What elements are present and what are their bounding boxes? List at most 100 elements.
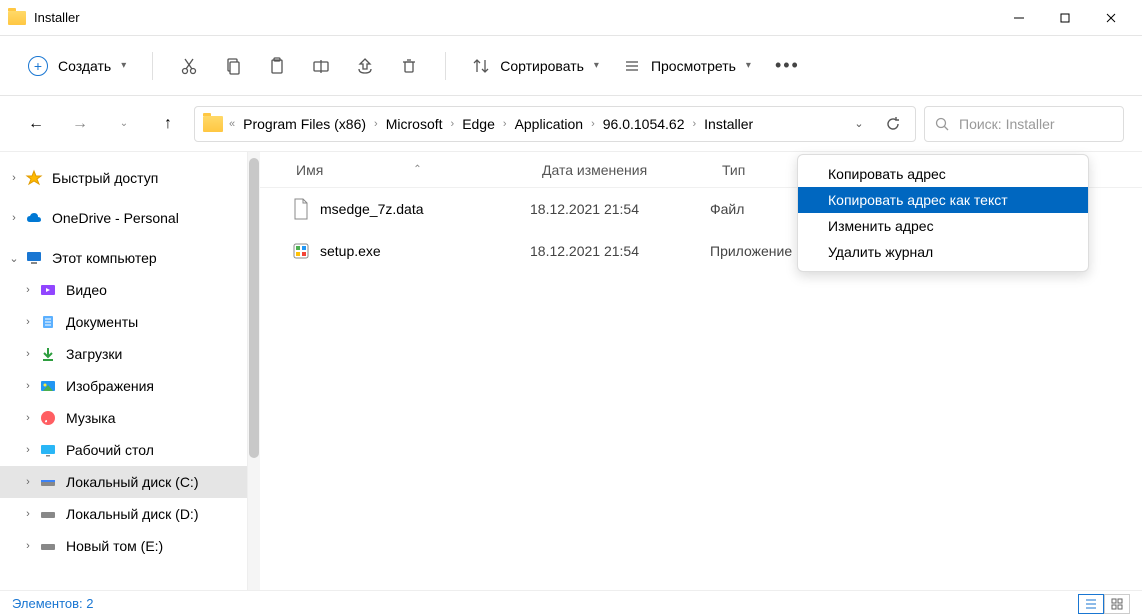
icons-view-button[interactable] (1104, 594, 1130, 614)
collapse-icon[interactable]: ⌄ (4, 252, 24, 265)
tree-disk-e[interactable]: › Новый том (E:) (0, 530, 247, 562)
menu-delete-history[interactable]: Удалить журнал (798, 239, 1088, 265)
window-controls (996, 0, 1134, 36)
download-icon (38, 344, 58, 364)
menu-copy-address-as-text[interactable]: Копировать адрес как текст (798, 187, 1088, 213)
search-icon (935, 117, 949, 131)
refresh-button[interactable] (879, 110, 907, 138)
paste-button[interactable] (257, 46, 297, 86)
delete-button[interactable] (389, 46, 429, 86)
breadcrumb-item[interactable]: Program Files (x86) (237, 116, 372, 132)
pc-icon (24, 248, 44, 268)
view-label: Просмотреть (651, 58, 736, 74)
file-icon (290, 198, 312, 220)
expand-icon[interactable]: › (18, 444, 38, 456)
view-button[interactable]: Просмотреть ▾ (613, 51, 761, 81)
tree-label: Новый том (E:) (66, 538, 163, 554)
tree-label: Локальный диск (D:) (66, 506, 199, 522)
tree-label: Этот компьютер (52, 250, 157, 266)
chevron-right-icon[interactable]: › (449, 118, 457, 130)
breadcrumb-item[interactable]: Installer (698, 116, 759, 132)
new-button[interactable]: + Создать ▾ (18, 50, 136, 82)
tree-label: Музыка (66, 410, 116, 426)
chevron-right-icon[interactable]: › (501, 118, 509, 130)
status-bar: Элементов: 2 (0, 590, 1142, 616)
drive-icon (38, 504, 58, 524)
maximize-button[interactable] (1042, 0, 1088, 36)
expand-icon[interactable]: › (18, 316, 38, 328)
search-input[interactable]: Поиск: Installer (924, 106, 1124, 142)
tree-disk-c[interactable]: › Локальный диск (C:) (0, 466, 247, 498)
recent-dropdown[interactable]: ⌄ (106, 106, 142, 142)
tree-label: Видео (66, 282, 107, 298)
back-button[interactable]: ← (18, 106, 54, 142)
breadcrumb-item[interactable]: Application (509, 116, 590, 132)
drive-icon (38, 472, 58, 492)
exe-icon (290, 240, 312, 262)
tree-label: Рабочий стол (66, 442, 154, 458)
tree-pictures[interactable]: › Изображения (0, 370, 247, 402)
sidebar-scrollbar[interactable] (248, 152, 260, 590)
sort-label: Сортировать (500, 58, 584, 74)
column-date[interactable]: Дата изменения (530, 162, 710, 178)
tree-videos[interactable]: › Видео (0, 274, 247, 306)
breadcrumb-item[interactable]: Edge (456, 116, 501, 132)
overflow-chevron[interactable]: « (227, 118, 237, 130)
breadcrumb-item[interactable]: 96.0.1054.62 (597, 116, 691, 132)
address-bar[interactable]: « Program Files (x86)› Microsoft› Edge› … (194, 106, 916, 142)
sort-button[interactable]: Сортировать ▾ (462, 51, 609, 81)
file-date: 18.12.2021 21:54 (530, 243, 710, 259)
tree-this-pc[interactable]: ⌄ Этот компьютер (0, 242, 247, 274)
chevron-down-icon: ▾ (746, 60, 751, 71)
cloud-icon (24, 208, 44, 228)
minimize-button[interactable] (996, 0, 1042, 36)
toolbar: + Создать ▾ Сортировать ▾ Просмотреть ▾ … (0, 36, 1142, 96)
expand-icon[interactable]: › (18, 540, 38, 552)
breadcrumb-item[interactable]: Microsoft (380, 116, 449, 132)
chevron-right-icon[interactable]: › (690, 118, 698, 130)
tree-documents[interactable]: › Документы (0, 306, 247, 338)
plus-icon: + (28, 56, 48, 76)
expand-icon[interactable]: › (18, 508, 38, 520)
file-name: setup.exe (320, 243, 381, 259)
tree-desktop[interactable]: › Рабочий стол (0, 434, 247, 466)
cut-button[interactable] (169, 46, 209, 86)
up-button[interactable]: ↑ (150, 106, 186, 142)
tree-label: Загрузки (66, 346, 122, 362)
separator (152, 52, 153, 80)
expand-icon[interactable]: › (18, 412, 38, 424)
address-dropdown[interactable]: ⌄ (845, 110, 873, 138)
column-name[interactable]: Имя⌃ (260, 162, 530, 178)
tree-music[interactable]: › Музыка (0, 402, 247, 434)
expand-icon[interactable]: › (18, 284, 38, 296)
expand-icon[interactable]: › (4, 212, 24, 224)
details-view-button[interactable] (1078, 594, 1104, 614)
copy-button[interactable] (213, 46, 253, 86)
scrollbar-thumb[interactable] (249, 158, 259, 458)
share-button[interactable] (345, 46, 385, 86)
chevron-down-icon: ▾ (121, 60, 126, 71)
expand-icon[interactable]: › (4, 172, 24, 184)
music-icon (38, 408, 58, 428)
expand-icon[interactable]: › (18, 380, 38, 392)
tree-quick-access[interactable]: › Быстрый доступ (0, 162, 247, 194)
desktop-icon (38, 440, 58, 460)
tree-disk-d[interactable]: › Локальный диск (D:) (0, 498, 247, 530)
forward-button[interactable]: → (62, 106, 98, 142)
chevron-down-icon: ▾ (594, 60, 599, 71)
rename-button[interactable] (301, 46, 341, 86)
separator (445, 52, 446, 80)
sort-indicator-icon: ⌃ (413, 164, 421, 175)
expand-icon[interactable]: › (18, 348, 38, 360)
tree-onedrive[interactable]: › OneDrive - Personal (0, 202, 247, 234)
menu-edit-address[interactable]: Изменить адрес (798, 213, 1088, 239)
expand-icon[interactable]: › (18, 476, 38, 488)
chevron-right-icon[interactable]: › (372, 118, 380, 130)
title-bar: Installer (0, 0, 1142, 36)
view-switcher (1078, 594, 1130, 614)
more-button[interactable]: ••• (765, 49, 810, 82)
menu-copy-address[interactable]: Копировать адрес (798, 161, 1088, 187)
chevron-right-icon[interactable]: › (589, 118, 597, 130)
tree-downloads[interactable]: › Загрузки (0, 338, 247, 370)
close-button[interactable] (1088, 0, 1134, 36)
